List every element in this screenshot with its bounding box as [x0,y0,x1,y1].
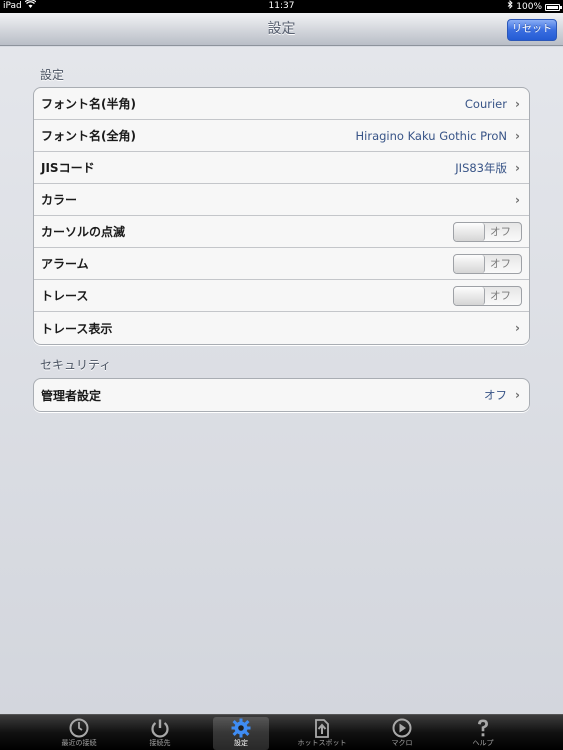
question-icon [478,719,488,737]
gear-icon [231,718,251,738]
row-label: トレース表示 [41,321,113,336]
row-value: Courier [464,96,507,111]
row-font-fullwidth[interactable]: フォント名(全角) Hiragino Kaku Gothic ProN › [34,120,529,152]
settings-group: フォント名(半角) Courier › フォント名(全角) Hiragino K… [33,87,530,345]
row-label: フォント名(半角) [41,97,136,111]
section-header-security: セキュリティ [40,358,112,372]
play-icon [392,718,412,738]
toggle-knob [454,255,485,273]
row-value: オフ [484,388,507,402]
section-header-settings: 設定 [40,68,65,82]
row-alarm: アラーム オフ [34,248,529,280]
row-label: トレース [41,289,89,303]
tab-label: ヘルプ [472,739,494,747]
page-title: 設定 [267,21,296,37]
tab-macro[interactable]: マクロ [374,717,430,750]
reset-button[interactable]: リセット [507,19,557,41]
tab-settings[interactable]: 設定 [213,717,269,750]
row-label: アラーム [41,257,89,271]
row-label: フォント名(全角) [41,129,136,143]
tab-hotspot[interactable]: ホットスポット [294,717,350,750]
toggle-state: オフ [490,258,511,270]
clock-icon [69,718,89,738]
navigation-bar: 設定 リセット [0,13,563,46]
chevron-right-icon: › [515,321,520,335]
chevron-right-icon: › [515,388,520,402]
row-trace: トレース オフ [34,280,529,312]
alarm-toggle[interactable]: オフ [453,254,522,274]
tab-label: 接続先 [149,739,171,747]
row-admin-settings[interactable]: 管理者設定 オフ › [34,379,529,411]
row-jis-code[interactable]: JISコード JIS83年版 › [34,152,529,184]
row-value: JIS83年版 [455,160,507,175]
settings-content: 設定 フォント名(半角) Courier › フォント名(全角) Hiragin… [0,47,563,714]
tab-label: マクロ [391,739,413,747]
tab-help[interactable]: ヘルプ [455,717,511,750]
row-label: JISコード [41,161,95,175]
status-bar: iPad 11:37 100% [0,0,563,13]
row-trace-display[interactable]: トレース表示 › [34,312,529,344]
toggle-knob [454,223,485,241]
tab-recent-connections[interactable]: 最近の接続 [51,717,107,750]
tab-label: 最近の接続 [61,739,97,747]
cursor-blink-toggle[interactable]: オフ [453,222,522,242]
row-label: 管理者設定 [41,388,102,403]
row-label: カーソルの点滅 [41,225,126,239]
battery-icon [545,3,562,11]
row-value: Hiragino Kaku Gothic ProN [355,128,508,143]
bluetooth-icon [507,0,513,14]
trace-toggle[interactable]: オフ [453,286,522,306]
tab-label: 設定 [234,739,248,747]
chevron-right-icon: › [515,128,520,143]
row-color[interactable]: カラー › [34,184,529,216]
tab-label: ホットスポット [297,739,347,747]
row-label: カラー [41,193,78,207]
chevron-right-icon: › [515,96,520,111]
status-time: 11:37 [268,1,295,11]
upload-icon [315,719,329,738]
toggle-knob [454,287,485,305]
battery-percent: 100% [516,1,542,12]
toggle-state: オフ [490,226,511,238]
tab-connections[interactable]: 接続先 [132,717,188,750]
row-cursor-blink: カーソルの点滅 オフ [34,216,529,248]
toggle-state: オフ [490,290,511,302]
power-icon [151,719,169,738]
chevron-right-icon: › [515,160,520,175]
security-group: 管理者設定 オフ › [33,378,530,412]
chevron-right-icon: › [515,192,520,207]
row-font-halfwidth[interactable]: フォント名(半角) Courier › [34,88,529,120]
tab-bar: 最近の接続 接続先 設定 ホットスポット マクロ ヘルプ [0,714,563,750]
